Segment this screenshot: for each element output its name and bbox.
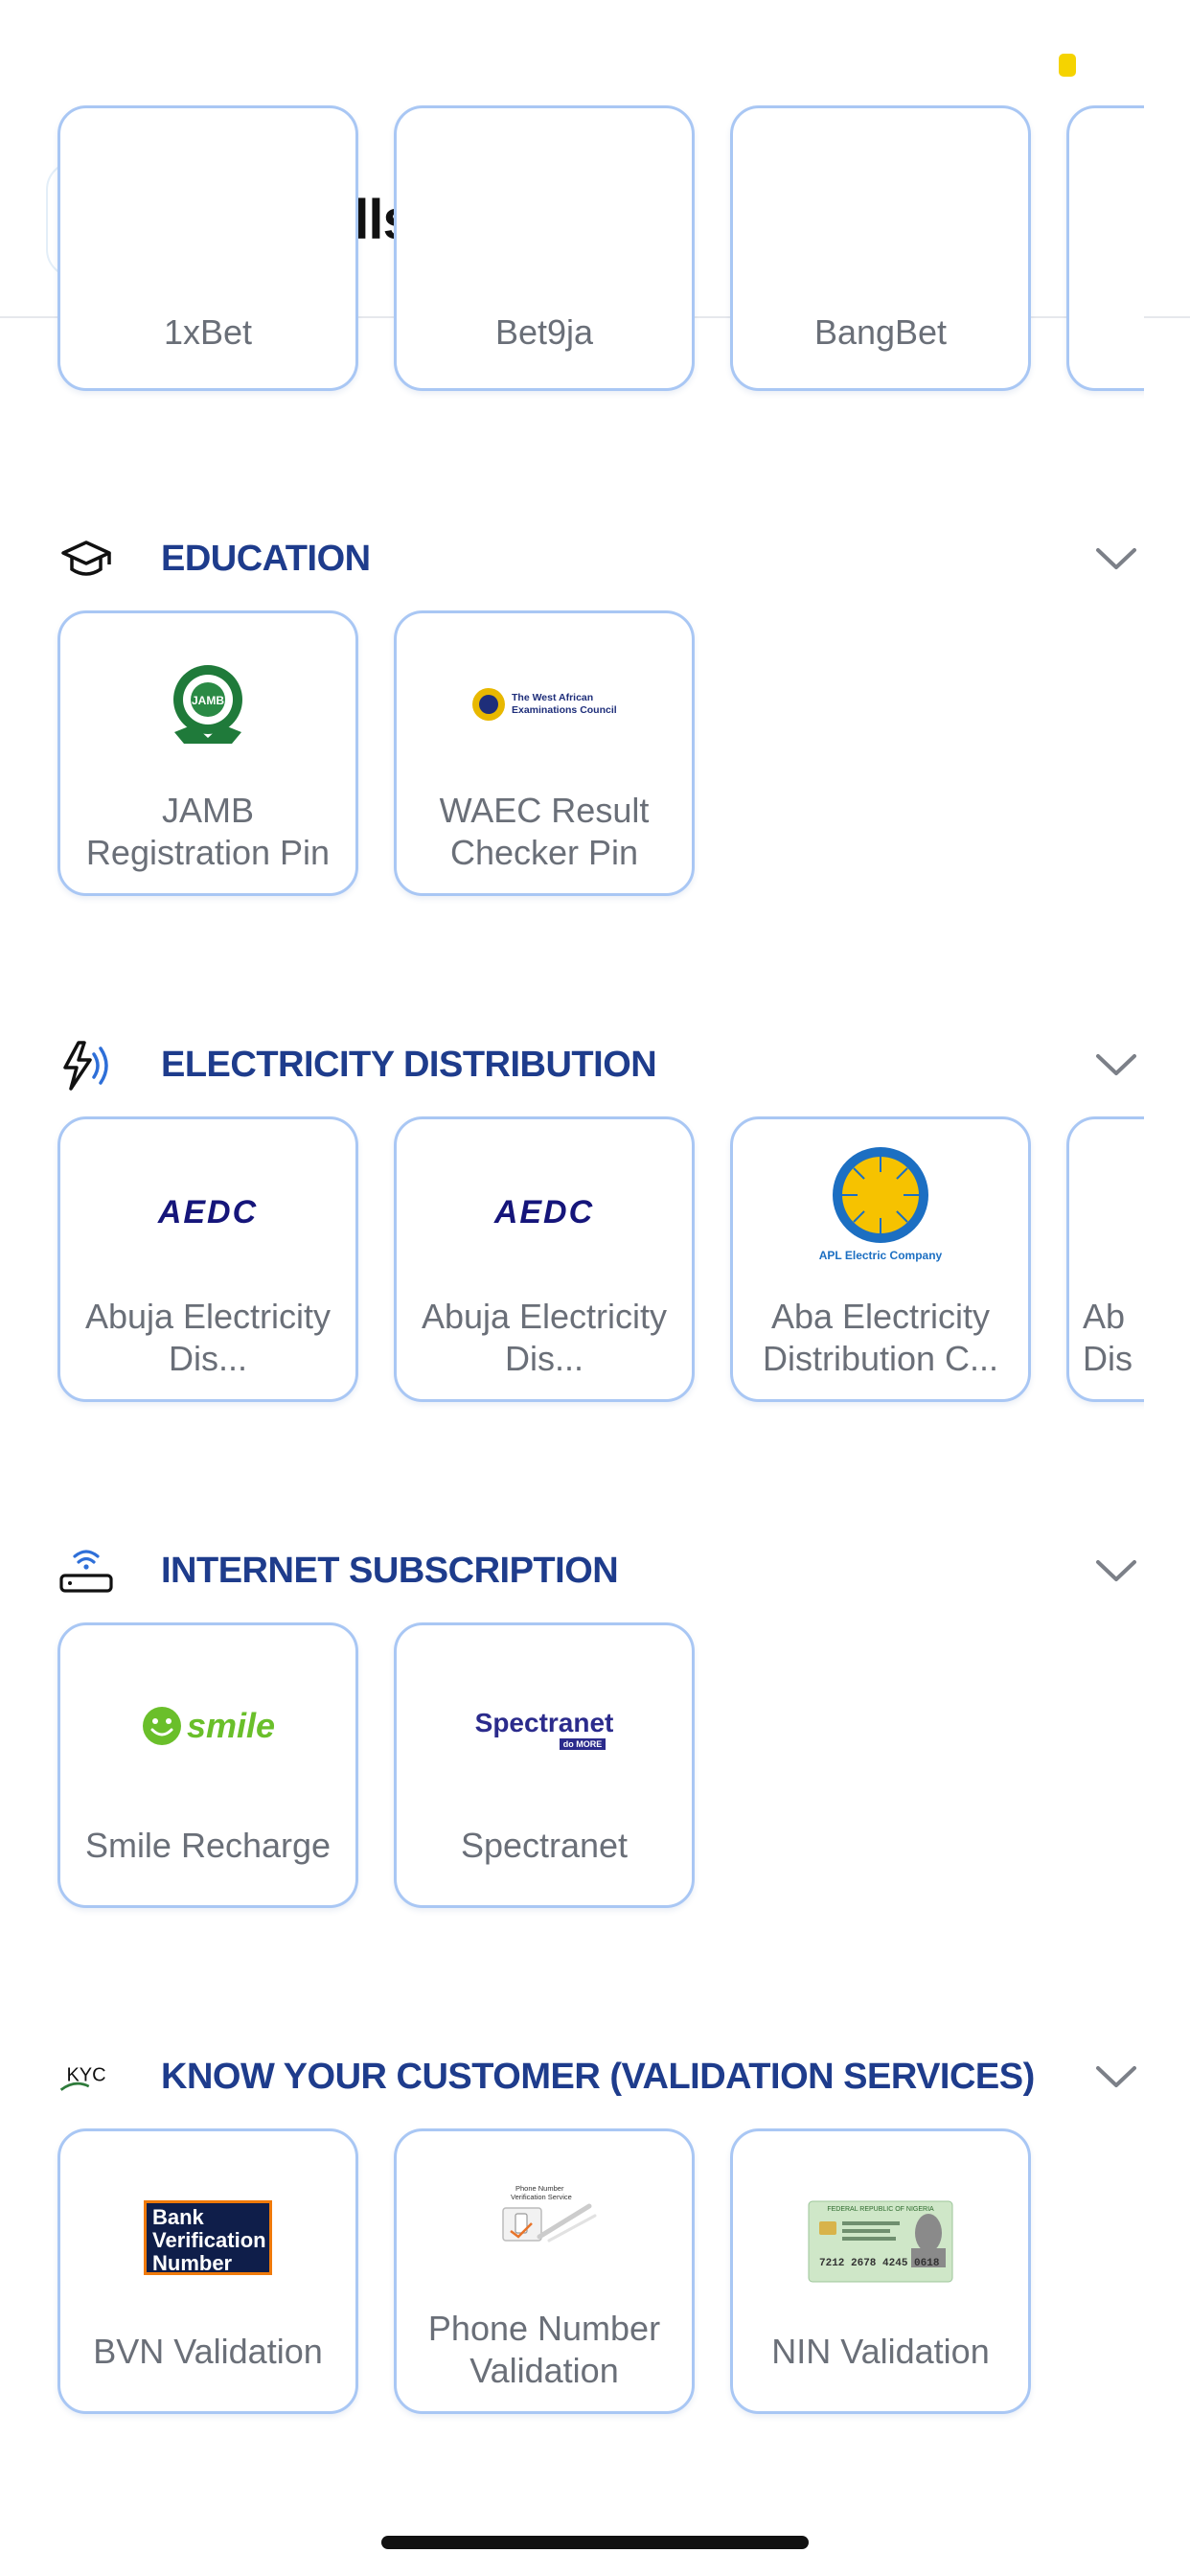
bvn-logo: Bank Verification Number	[60, 2196, 355, 2279]
biller-card-aedc-2[interactable]: AEDC Abuja Electricity Dis...	[394, 1116, 695, 1402]
chevron-down-icon[interactable]	[1092, 1551, 1140, 1589]
biller-card-1xbet[interactable]: 1xBet	[57, 105, 358, 391]
kyc-icon: KYC	[57, 2049, 115, 2106]
biller-label: BVN Validation	[93, 2332, 323, 2371]
biller-card-phone-number[interactable]: Phone Number Verification Service Phone …	[394, 2128, 695, 2414]
biller-card-bangbet[interactable]: BangBet	[730, 105, 1031, 391]
biller-label: WAEC Result Checker Pin	[439, 791, 650, 872]
phone-verification-logo: Phone Number Verification Service	[397, 2179, 692, 2266]
biller-card-aedc-1[interactable]: AEDC Abuja Electricity Dis...	[57, 1116, 358, 1402]
waec-logo: The West African Examinations Council	[397, 680, 692, 728]
biller-card-bet9ja[interactable]: Bet9ja	[394, 105, 695, 391]
biller-label: JAMB Registration Pin	[85, 791, 331, 872]
biller-card-nin[interactable]: FEDERAL REPUBLIC OF NIGERIA 7212 2678 42…	[730, 2128, 1031, 2414]
biller-label: Abuja Electricity Dis...	[84, 1297, 332, 1378]
home-indicator[interactable]	[381, 2536, 809, 2549]
aedc-logo: AEDC	[493, 1193, 595, 1230]
status-indicator	[1059, 54, 1076, 77]
biller-card-partial[interactable]: Ab Dis	[1066, 1116, 1144, 1402]
biller-label: NIN Validation	[771, 2332, 990, 2371]
chevron-down-icon[interactable]	[1092, 2057, 1140, 2095]
biller-label: 1xBet	[163, 312, 253, 352]
svg-text:KYC: KYC	[66, 2065, 105, 2086]
section-title: INTERNET SUBSCRIPTION	[161, 1551, 619, 1591]
svg-text:Phone Number: Phone Number	[515, 2184, 564, 2193]
router-icon	[57, 1543, 115, 1600]
svg-text:Verification Service: Verification Service	[511, 2193, 572, 2201]
biller-card-partial[interactable]	[1066, 105, 1144, 391]
section-header-internet[interactable]: INTERNET SUBSCRIPTION	[57, 1543, 1140, 1600]
jamb-logo: JAMB	[60, 661, 355, 748]
chevron-down-icon[interactable]	[1092, 539, 1140, 577]
biller-card-jamb[interactable]: JAMB JAMB Registration Pin	[57, 610, 358, 896]
section-title: KNOW YOUR CUSTOMER (VALIDATION SERVICES)	[161, 2057, 1035, 2097]
biller-card-aba-electricity[interactable]: APL Electric Company Aba Electricity Dis…	[730, 1116, 1031, 1402]
svg-text:FEDERAL REPUBLIC OF NIGERIA: FEDERAL REPUBLIC OF NIGERIA	[827, 2206, 934, 2213]
biller-label: Spectranet	[460, 1826, 629, 1865]
biller-card-waec[interactable]: The West African Examinations Council WA…	[394, 610, 695, 896]
biller-card-smile[interactable]: smile Smile Recharge	[57, 1622, 358, 1908]
biller-label: Ab Dis	[1083, 1297, 1133, 1378]
section-header-kyc[interactable]: KYC KNOW YOUR CUSTOMER (VALIDATION SERVI…	[57, 2049, 1140, 2106]
biller-label: BangBet	[813, 312, 948, 352]
aedc-logo: AEDC	[157, 1193, 259, 1230]
section-title: ELECTRICITY DISTRIBUTION	[161, 1045, 657, 1085]
graduation-cap-icon	[57, 531, 115, 588]
biller-label: Aba Electricity Distribution C...	[762, 1297, 999, 1378]
biller-label: Abuja Electricity Dis...	[421, 1297, 668, 1378]
section-title: EDUCATION	[161, 539, 371, 579]
svg-text:JAMB: JAMB	[192, 694, 224, 707]
section-header-education[interactable]: EDUCATION	[57, 531, 1140, 588]
section-header-electricity[interactable]: ELECTRICITY DISTRIBUTION	[57, 1037, 1140, 1094]
svg-text:The West African: The West African	[512, 692, 593, 703]
smile-logo: smile	[60, 1702, 355, 1750]
biller-card-spectranet[interactable]: Spectranet do MORE Spectranet	[394, 1622, 695, 1908]
lightning-icon	[57, 1037, 115, 1094]
biller-card-bvn[interactable]: Bank Verification Number BVN Validation	[57, 2128, 358, 2414]
biller-label: Smile Recharge	[84, 1826, 332, 1865]
biller-label: Bet9ja	[494, 312, 594, 352]
svg-text:7212 2678 4245 0618: 7212 2678 4245 0618	[819, 2258, 940, 2269]
nin-card-logo: FEDERAL REPUBLIC OF NIGERIA 7212 2678 42…	[733, 2198, 1028, 2285]
chevron-down-icon[interactable]	[1092, 1045, 1140, 1083]
svg-text:Examinations Council: Examinations Council	[512, 704, 617, 716]
biller-label: Phone Number Validation	[427, 2309, 661, 2390]
apl-logo: APL Electric Company	[733, 1137, 1028, 1271]
spectranet-logo: Spectranet do MORE	[474, 1708, 614, 1750]
